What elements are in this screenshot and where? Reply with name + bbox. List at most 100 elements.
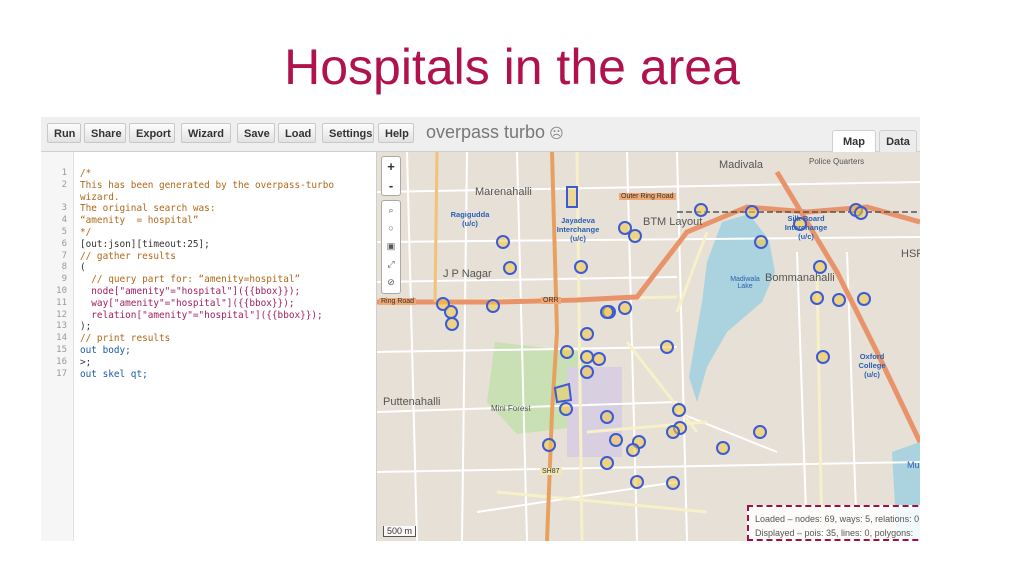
label-marenahalli: Marenahalli xyxy=(475,186,532,198)
hospital-marker[interactable] xyxy=(745,205,759,219)
hospital-marker[interactable] xyxy=(816,350,830,364)
hospital-marker[interactable] xyxy=(628,229,642,243)
label-madivala: Madivala xyxy=(719,159,764,171)
hospital-marker[interactable] xyxy=(694,203,708,217)
zoom-control: + - xyxy=(381,156,401,196)
code-line: */ xyxy=(80,227,92,238)
line-number: 1 xyxy=(61,168,67,178)
tab-data[interactable]: Data xyxy=(879,130,917,152)
load-button[interactable]: Load xyxy=(278,123,316,143)
hospital-marker[interactable] xyxy=(630,475,644,489)
label-mini-forest: Mini Forest xyxy=(491,404,531,413)
map-view[interactable]: Madivala Police Quarters Marenahalli Rag… xyxy=(377,152,920,541)
hospital-marker[interactable] xyxy=(542,438,556,452)
line-number: 14 xyxy=(56,333,67,344)
label-police-quarters: Police Quarters xyxy=(809,157,865,166)
hospital-marker[interactable] xyxy=(660,340,674,354)
line-number: 4 xyxy=(61,215,67,226)
hospital-marker[interactable] xyxy=(600,456,614,470)
label-hsr: HSR xyxy=(901,248,920,260)
line-number: 2 xyxy=(61,179,67,190)
app-title: overpass turbo ☹ xyxy=(426,122,564,143)
label-outer-ring-road: Outer Ring Road xyxy=(619,193,676,200)
label-jp-nagar: J P Nagar xyxy=(443,268,492,280)
map-tools: ⌕ ○ ▣ ⤢ ⊘ xyxy=(381,200,401,294)
hospital-marker[interactable] xyxy=(618,301,632,315)
hospital-marker[interactable] xyxy=(496,235,510,249)
label-oxford: Oxford College (u/c) xyxy=(858,352,886,379)
line-number: 15 xyxy=(56,345,67,355)
hospital-marker[interactable] xyxy=(666,425,680,439)
hospital-marker[interactable] xyxy=(503,261,517,275)
hospital-marker[interactable] xyxy=(560,345,574,359)
code-line: “amenity = hospital” xyxy=(80,215,199,227)
hospital-marker[interactable] xyxy=(574,260,588,274)
toolbar: Run Share Export Wizard Save Load Settin… xyxy=(41,117,920,152)
hospital-polygon[interactable] xyxy=(553,382,573,404)
smiley-icon: ☹ xyxy=(549,125,564,141)
hospital-marker[interactable] xyxy=(580,327,594,341)
locate-icon[interactable]: ○ xyxy=(382,219,400,237)
hospital-marker[interactable] xyxy=(445,317,459,331)
settings-button[interactable]: Settings xyxy=(322,123,374,143)
code-line: // query part for: “amenity=hospital” xyxy=(80,274,301,286)
line-number: 8 xyxy=(61,262,67,273)
hospital-marker[interactable] xyxy=(753,425,767,439)
wizard-button[interactable]: Wizard xyxy=(181,123,231,143)
help-button[interactable]: Help xyxy=(378,123,414,143)
code-line: out skel qt; xyxy=(80,368,148,380)
hospital-marker[interactable] xyxy=(626,443,640,457)
code-line: out body; xyxy=(80,345,131,356)
code-line: ); xyxy=(80,321,92,333)
main-road-north xyxy=(433,152,439,303)
label-ring-road: Ring Road xyxy=(379,298,417,305)
stats-displayed: Displayed – pois: 35, lines: 0, polygons… xyxy=(755,528,914,538)
zoom-in-button[interactable]: + xyxy=(382,157,400,176)
hospital-marker[interactable] xyxy=(444,305,458,319)
hospital-marker[interactable] xyxy=(580,365,594,379)
label-orr: ORR xyxy=(541,297,561,304)
hospital-marker[interactable] xyxy=(609,433,623,447)
save-button[interactable]: Save xyxy=(237,123,275,143)
export-button[interactable]: Export xyxy=(129,123,175,143)
slide-title: Hospitals in the area xyxy=(284,39,740,95)
app-title-text: overpass turbo xyxy=(426,122,546,142)
hospital-marker[interactable] xyxy=(857,292,871,306)
hospital-marker[interactable] xyxy=(832,293,846,307)
search-icon[interactable]: ⌕ xyxy=(382,201,400,219)
label-sh87: SH87 xyxy=(540,468,562,475)
line-number: 10 xyxy=(56,286,67,296)
zoom-out-button[interactable]: - xyxy=(382,176,400,195)
hospital-marker[interactable] xyxy=(666,476,680,490)
hospital-marker[interactable] xyxy=(559,402,573,416)
code-line: wizard. xyxy=(80,191,120,203)
share-button[interactable]: Share xyxy=(84,123,126,143)
code-editor[interactable]: 1 2 3 4 5 6 7 8 9 10 11 12 13 14 15 16 17 /* This has bee… xyxy=(41,152,377,541)
line-number: 11 xyxy=(56,297,67,308)
zoom-to-data-icon[interactable]: ▣ xyxy=(382,237,400,255)
hospital-marker[interactable] xyxy=(854,206,868,220)
hospital-marker[interactable] xyxy=(754,235,768,249)
hospital-marker[interactable] xyxy=(600,410,614,424)
fullscreen-icon[interactable]: ⤢ xyxy=(382,255,400,273)
hospital-marker[interactable] xyxy=(592,352,606,366)
label-madiwala-lake: Madiwala Lake xyxy=(730,276,760,290)
run-button[interactable]: Run xyxy=(47,123,81,143)
label-mu: Mu xyxy=(907,460,920,470)
hospital-marker[interactable] xyxy=(716,441,730,455)
hospital-marker[interactable] xyxy=(672,403,686,417)
hospital-marker[interactable] xyxy=(600,305,614,319)
hospital-polygon[interactable] xyxy=(566,186,578,208)
code-line: /* xyxy=(80,168,92,179)
code-line: This has been generated by the overpass-… xyxy=(80,179,334,191)
hospital-marker[interactable] xyxy=(810,291,824,305)
code-line: ( xyxy=(80,262,86,274)
scale-bar: 500 m xyxy=(383,526,417,537)
label-puttenahalli: Puttenahalli xyxy=(383,396,441,408)
hospital-marker[interactable] xyxy=(486,299,500,313)
layers-icon[interactable]: ⊘ xyxy=(382,273,400,291)
code-line: // print results xyxy=(80,333,171,345)
hospital-marker[interactable] xyxy=(580,350,594,364)
code-line: // gather results xyxy=(80,250,176,262)
tab-map[interactable]: Map xyxy=(832,130,876,152)
